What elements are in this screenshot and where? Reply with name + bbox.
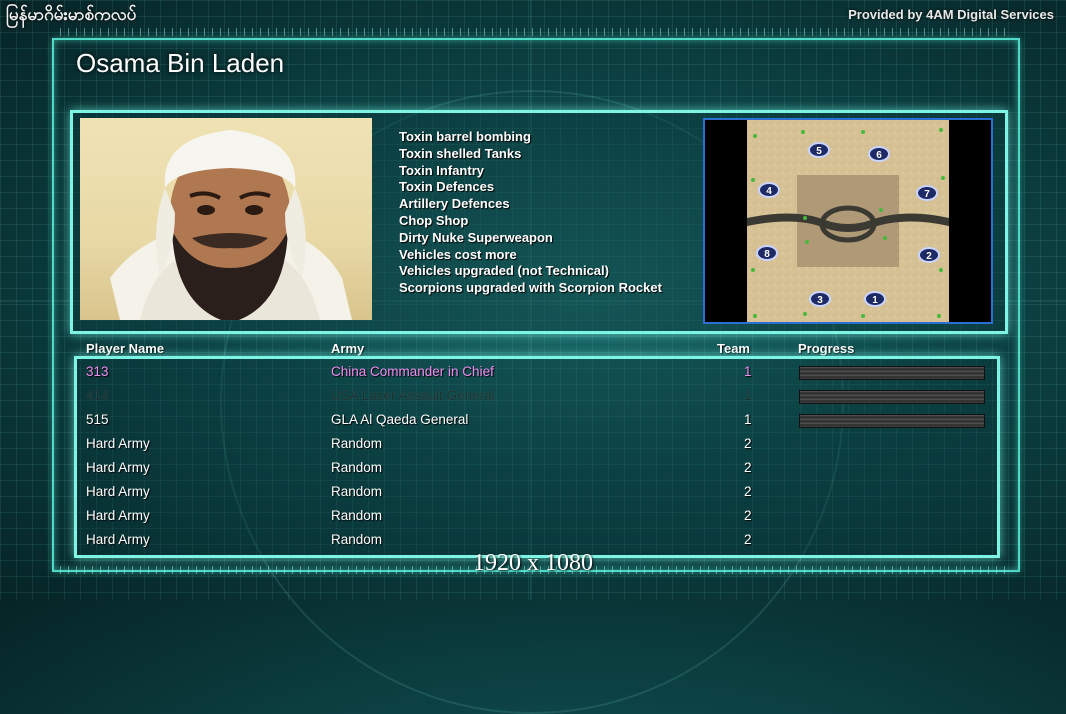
player-team: 2 <box>744 484 752 499</box>
frame-ruler-top <box>60 28 1008 36</box>
player-team: 2 <box>744 532 752 547</box>
feature-item: Chop Shop <box>399 212 469 228</box>
start-position-label: 3 <box>817 295 823 306</box>
start-position-label: 1 <box>872 295 878 306</box>
player-army: Random <box>331 532 383 547</box>
start-position-label: 7 <box>924 189 930 200</box>
player-row: Hard Army Random 2 <box>86 530 986 552</box>
player-name: Hard Army <box>86 484 150 499</box>
player-row: 414 USA Laser Assault General 1 <box>86 386 986 408</box>
player-army: Random <box>331 460 383 475</box>
player-name: 515 <box>86 412 109 427</box>
start-position-label: 5 <box>816 146 822 157</box>
header-team: Team <box>717 341 750 356</box>
credit-text: Provided by 4AM Digital Services <box>848 7 1054 22</box>
feature-item: Scorpions upgraded with Scorpion Rocket <box>399 280 662 296</box>
player-team: 2 <box>744 508 752 523</box>
progress-bar <box>799 366 985 380</box>
player-army: Random <box>331 436 383 451</box>
feature-item: Dirty Nuke Superweapon <box>399 229 553 245</box>
player-army: China Commander in Chief <box>331 364 494 379</box>
general-portrait <box>80 118 372 320</box>
player-team: 1 <box>744 412 752 427</box>
feature-item: Vehicles cost more <box>399 246 517 262</box>
player-team: 1 <box>744 364 752 379</box>
player-name: Hard Army <box>86 508 150 523</box>
player-row: 515 GLA Al Qaeda General 1 <box>86 410 986 432</box>
player-row: 313 China Commander in Chief 1 <box>86 362 986 384</box>
start-position-label: 8 <box>764 249 770 260</box>
start-position-label: 4 <box>766 186 772 197</box>
player-army: GLA Al Qaeda General <box>331 412 469 427</box>
player-row: Hard Army Random 2 <box>86 458 986 480</box>
player-army: USA Laser Assault General <box>331 388 495 403</box>
player-army: Random <box>331 508 383 523</box>
general-name: Osama Bin Laden <box>76 48 285 78</box>
player-name: 414 <box>86 388 109 403</box>
feature-item: Artillery Defences <box>399 196 510 212</box>
general-features-list: Toxin barrel bombing Toxin shelled Tanks… <box>399 129 662 297</box>
player-name: Hard Army <box>86 532 150 547</box>
player-team: 2 <box>744 436 752 451</box>
player-row: Hard Army Random 2 <box>86 506 986 528</box>
resolution-caption: 1920 x 1080 <box>473 550 593 576</box>
header-progress: Progress <box>798 341 855 356</box>
player-name: 313 <box>86 364 109 379</box>
player-team: 2 <box>744 460 752 475</box>
app-title: မြန်မာဂိမ်းမာစ်ကလပ် <box>6 5 137 24</box>
start-position-label: 2 <box>926 251 932 262</box>
feature-item: Vehicles upgraded (not Technical) <box>399 263 609 279</box>
player-team: 1 <box>744 388 752 403</box>
progress-bar <box>799 390 985 404</box>
player-name: Hard Army <box>86 436 150 451</box>
player-name: Hard Army <box>86 460 150 475</box>
player-row: Hard Army Random 2 <box>86 434 986 456</box>
feature-item: Toxin Defences <box>399 179 495 195</box>
player-army: Random <box>331 484 383 499</box>
start-position-label: 6 <box>876 150 882 161</box>
feature-item: Toxin barrel bombing <box>399 129 531 144</box>
feature-item: Toxin shelled Tanks <box>399 145 522 161</box>
feature-item: Toxin Infantry <box>399 162 484 178</box>
header-player-name: Player Name <box>86 341 165 356</box>
minimap: 5 6 4 7 8 2 3 1 <box>703 118 993 324</box>
progress-bar <box>799 414 985 428</box>
header-army: Army <box>331 341 365 356</box>
player-row: Hard Army Random 2 <box>86 482 986 504</box>
